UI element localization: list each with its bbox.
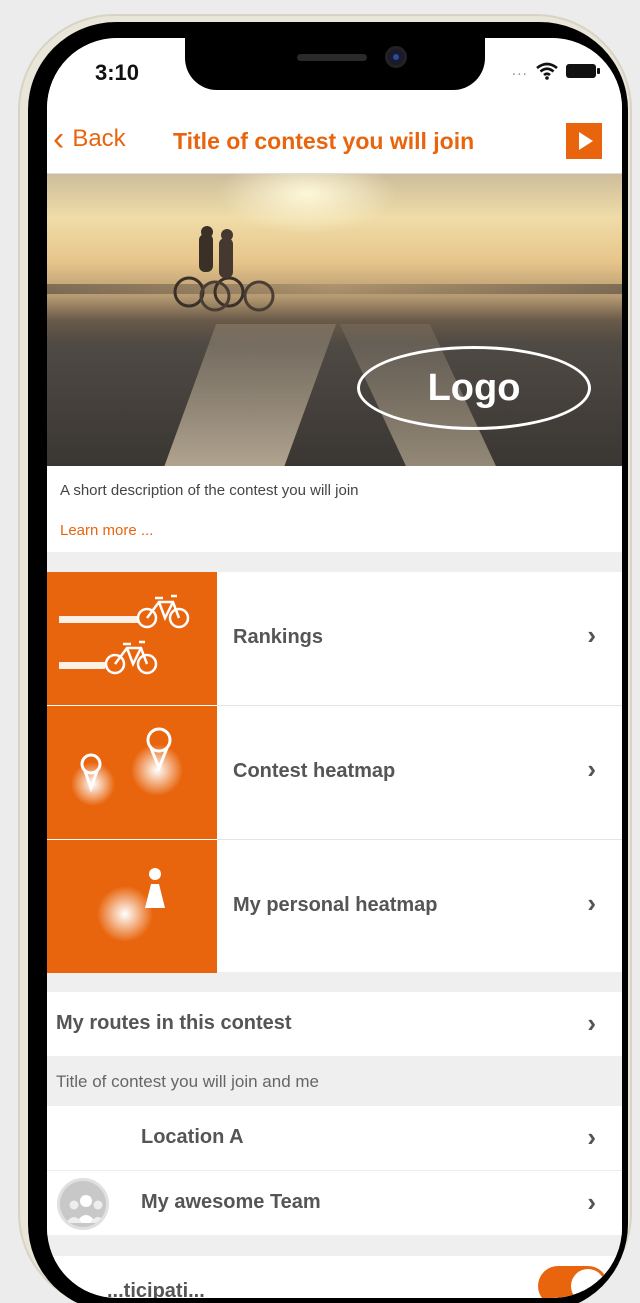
wifi-icon — [536, 62, 558, 80]
group-avatar-icon — [57, 1178, 109, 1230]
list-item-location[interactable]: Location A › — [47, 1106, 622, 1170]
chevron-right-icon: › — [587, 620, 596, 650]
person-heat-icon — [97, 868, 165, 942]
feature-label: Contest heatmap — [233, 760, 396, 782]
chevron-right-icon: › — [587, 1187, 596, 1217]
row-label: ...ticipati... — [107, 1280, 205, 1298]
road-stripe — [157, 324, 337, 466]
participation-row: ...ticipati... — [47, 1256, 622, 1298]
feature-tile — [47, 572, 217, 705]
battery-icon — [566, 64, 600, 78]
feature-contest-heatmap[interactable]: Contest heatmap › — [47, 706, 622, 839]
toggle-knob — [571, 1269, 605, 1298]
horizon-band — [47, 284, 622, 294]
phone-screen: 3:10 ... ‹ Back Title of contest you wil… — [47, 38, 622, 1298]
participation-toggle[interactable] — [538, 1266, 608, 1298]
my-routes-row[interactable]: My routes in this contest › — [47, 992, 622, 1056]
play-button[interactable] — [566, 123, 602, 159]
section-header: Title of contest you will join and me — [47, 1056, 622, 1106]
page-title: Title of contest you will join — [173, 128, 475, 154]
description-box: A short description of the contest you w… — [47, 466, 622, 552]
section-title: Title of contest you will join and me — [56, 1072, 319, 1091]
play-icon — [578, 132, 593, 150]
row-label: My routes in this contest — [56, 1012, 292, 1034]
row-label: Location A — [141, 1126, 244, 1148]
contest-logo: Logo — [357, 346, 591, 430]
chevron-right-icon: › — [587, 888, 596, 918]
logo-text: Logo — [427, 366, 521, 409]
hero-image: Logo — [47, 174, 622, 466]
row-label: My awesome Team — [141, 1191, 321, 1213]
map-pins-icon — [71, 727, 183, 806]
contest-description: A short description of the contest you w… — [60, 482, 359, 499]
feature-label: My personal heatmap — [233, 894, 438, 916]
list-item-team[interactable]: My awesome Team › — [47, 1171, 622, 1235]
signal-dots: ... — [511, 62, 528, 79]
cyclists-silhouette-icon — [173, 226, 275, 312]
chevron-left-icon: ‹ — [53, 120, 65, 158]
feature-label: Rankings — [233, 626, 324, 648]
back-label: Back — [72, 125, 126, 152]
back-button[interactable]: ‹ Back — [53, 120, 126, 158]
navigation-bar: ‹ Back Title of contest you will join — [47, 110, 622, 174]
feature-list: Rankings › Contest heatmap › My personal… — [47, 572, 622, 973]
chevron-right-icon: › — [587, 754, 596, 784]
feature-rankings[interactable]: Rankings › — [47, 572, 622, 705]
front-camera — [385, 46, 407, 68]
status-time: 3:10 — [95, 60, 140, 85]
status-icons: ... — [511, 62, 600, 80]
chevron-right-icon: › — [587, 1122, 596, 1152]
bicycles-icon — [59, 594, 190, 675]
team-silhouette-icon — [66, 1195, 106, 1223]
speaker-grille — [297, 54, 367, 61]
feature-tile — [47, 840, 217, 973]
chevron-right-icon: › — [587, 1008, 596, 1038]
camera-notch — [185, 38, 485, 90]
learn-more-link[interactable]: Learn more ... — [60, 522, 153, 539]
feature-personal-heatmap[interactable]: My personal heatmap › — [47, 840, 622, 973]
feature-tile — [47, 706, 217, 839]
